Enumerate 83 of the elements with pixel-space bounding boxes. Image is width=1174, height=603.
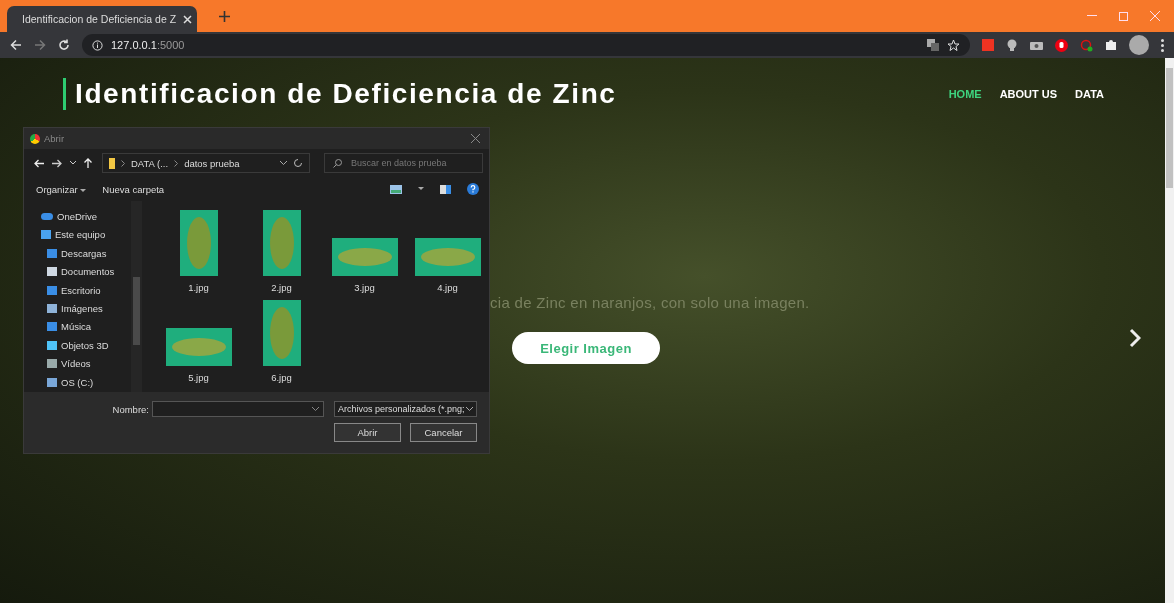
path-segment[interactable]: DATA (...: [131, 157, 169, 169]
file-item[interactable]: 6.jpg: [240, 299, 323, 389]
leaf-photo: [262, 210, 301, 276]
file-item[interactable]: 1.jpg: [157, 209, 240, 299]
file-name: 2.jpg: [271, 282, 292, 293]
leaf-photo: [165, 328, 232, 366]
reload-icon[interactable]: [58, 39, 70, 51]
sidebar-item[interactable]: Imágenes: [41, 300, 131, 316]
sidebar-item[interactable]: Vídeos: [41, 356, 131, 372]
chevron-icon: [121, 159, 125, 167]
file-item[interactable]: 2.jpg: [240, 209, 323, 299]
nav-link[interactable]: HOME: [948, 88, 982, 100]
browser-tab[interactable]: Identificacion de Deficiencia de Z: [7, 6, 197, 32]
sidebar-item[interactable]: OS (C:): [41, 374, 131, 390]
leaf-photo: [262, 300, 301, 366]
target-icon[interactable]: [1080, 38, 1093, 52]
file-name: 5.jpg: [188, 372, 209, 383]
file-item[interactable]: 3.jpg: [323, 209, 406, 299]
filename-label: Nombre:: [112, 403, 149, 415]
sidebar-item[interactable]: Este equipo: [41, 227, 131, 243]
page-scrollbar[interactable]: [1165, 58, 1174, 603]
new-tab-icon[interactable]: [219, 10, 230, 22]
hero-subtitle: cia de Zinc en naranjos, con solo una imagen.: [490, 294, 810, 311]
nav-link[interactable]: ABOUT US: [999, 88, 1058, 100]
file-item[interactable]: 5.jpg: [157, 299, 240, 389]
path-field[interactable]: DATA (... datos prueba: [102, 153, 310, 173]
preview-pane-icon[interactable]: [440, 184, 451, 194]
file-type-dropdown[interactable]: Archivos personalizados (*.png;: [334, 401, 477, 417]
sidebar-item[interactable]: Descargas: [41, 245, 131, 261]
info-icon: [92, 39, 103, 51]
browser-logo-icon: [30, 133, 40, 144]
bulb-icon[interactable]: [1006, 38, 1018, 52]
caret-icon: [80, 188, 87, 193]
sidebar-item[interactable]: Objetos 3D: [41, 337, 131, 353]
url-text: 127.0.0.1:5000: [111, 39, 185, 51]
filename-field[interactable]: [152, 401, 324, 417]
organize-menu[interactable]: Organizar: [36, 183, 87, 195]
chevron-icon: [174, 159, 179, 167]
refresh-icon[interactable]: [293, 158, 303, 168]
star-icon[interactable]: [947, 38, 960, 52]
open-button[interactable]: Abrir: [334, 423, 401, 442]
search-field[interactable]: Buscar en datos prueba: [324, 153, 483, 173]
profile-avatar[interactable]: [1129, 35, 1149, 55]
file-name: 1.jpg: [188, 282, 209, 293]
leaf-photo: [331, 238, 398, 276]
file-name: 3.jpg: [354, 282, 375, 293]
sidebar-item[interactable]: Documentos: [41, 264, 131, 280]
file-name: 4.jpg: [437, 282, 458, 293]
caret-icon: [466, 407, 473, 411]
file-item[interactable]: 4.jpg: [406, 209, 489, 299]
caret-icon[interactable]: [418, 187, 424, 191]
up-icon[interactable]: [84, 158, 92, 168]
new-folder-button[interactable]: Nueva carpeta: [102, 183, 165, 195]
address-bar[interactable]: 127.0.0.1:5000: [82, 34, 970, 56]
nav-link[interactable]: DATA: [1075, 88, 1104, 100]
path-segment[interactable]: datos prueba: [184, 157, 240, 169]
leaf-photo: [414, 238, 481, 276]
folder-icon: [109, 157, 115, 169]
cancel-button[interactable]: Cancelar: [410, 423, 477, 442]
dialog-title: Abrir: [44, 133, 65, 144]
sidebar-item[interactable]: Escritorio: [41, 282, 131, 298]
close-icon[interactable]: [471, 134, 480, 143]
caret-icon[interactable]: [280, 161, 287, 165]
leaf-photo: [179, 210, 218, 276]
tab-title: Identificacion de Deficiencia de Z: [22, 13, 177, 25]
back-icon[interactable]: [10, 39, 22, 51]
search-icon: [333, 159, 342, 168]
back-icon[interactable]: [34, 158, 44, 168]
sidebar-item[interactable]: Música: [41, 319, 131, 335]
file-name: 6.jpg: [271, 372, 292, 383]
close-tab-icon[interactable]: [183, 14, 193, 24]
caret-icon[interactable]: [312, 407, 319, 411]
next-slide-icon[interactable]: [1129, 328, 1141, 348]
view-icon[interactable]: [390, 184, 402, 194]
sidebar-scrollbar[interactable]: [131, 201, 142, 392]
cloud-icon: [41, 213, 53, 220]
camera-icon[interactable]: [1030, 40, 1043, 50]
menu-icon[interactable]: [1161, 38, 1164, 52]
caret-icon[interactable]: [70, 161, 76, 165]
forward-icon[interactable]: [52, 158, 62, 168]
help-icon[interactable]: [467, 183, 479, 195]
sidebar-item[interactable]: OneDrive: [41, 209, 131, 224]
site-title: Identificacion de Deficiencia de Zinc: [63, 78, 949, 110]
